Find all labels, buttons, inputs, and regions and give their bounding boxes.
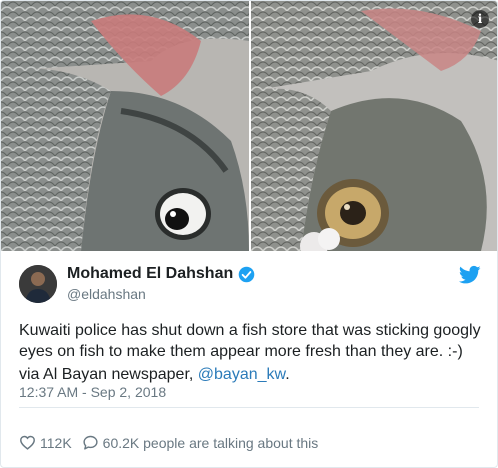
info-icon[interactable]: i [471, 10, 489, 28]
display-name-text[interactable]: Mohamed El Dahshan [67, 265, 233, 283]
tweet-text-source: via Al Bayan newspaper, @bayan_kw. [19, 364, 481, 385]
reply-action[interactable]: 60.2K people are talking about this [82, 434, 319, 451]
twitter-bird-icon[interactable] [459, 265, 481, 285]
like-count: 112K [40, 434, 72, 451]
avatar[interactable] [19, 265, 57, 303]
avatar-image [19, 265, 57, 303]
left-photo[interactable] [1, 1, 249, 251]
like-action[interactable]: 112K [19, 434, 72, 451]
reply-text: 60.2K people are talking about this [102, 434, 319, 451]
tweet-header: Mohamed El Dahshan @eldahshan [19, 263, 481, 307]
fish-real-eye-image [251, 1, 497, 251]
display-name[interactable]: Mohamed El Dahshan [67, 265, 255, 283]
reply-bubble-icon[interactable] [82, 434, 99, 451]
tweet-text: Kuwaiti police has shut down a fish stor… [19, 320, 481, 385]
tweet-text-source-suffix: . [285, 366, 290, 383]
tweet-actions: 112K 60.2K people are talking about this [19, 434, 318, 451]
tweet-text-source-prefix: via Al Bayan newspaper, [19, 366, 198, 383]
user-handle[interactable]: @eldahshan [67, 286, 255, 302]
tweet-card: i Mohamed El Dahshan @eldahshan Kuwaiti … [0, 0, 498, 468]
divider [19, 407, 479, 408]
verified-badge-icon [238, 266, 255, 282]
tweet-timestamp[interactable]: 12:37 AM - Sep 2, 2018 [19, 384, 166, 400]
right-photo[interactable]: i [251, 1, 497, 251]
mention-link[interactable]: @bayan_kw [198, 366, 285, 383]
tweet-media[interactable]: i [1, 1, 497, 251]
tweet-text-main: Kuwaiti police has shut down a fish stor… [19, 322, 481, 360]
fish-googly-eye-image [1, 1, 249, 251]
heart-icon[interactable] [19, 434, 36, 451]
